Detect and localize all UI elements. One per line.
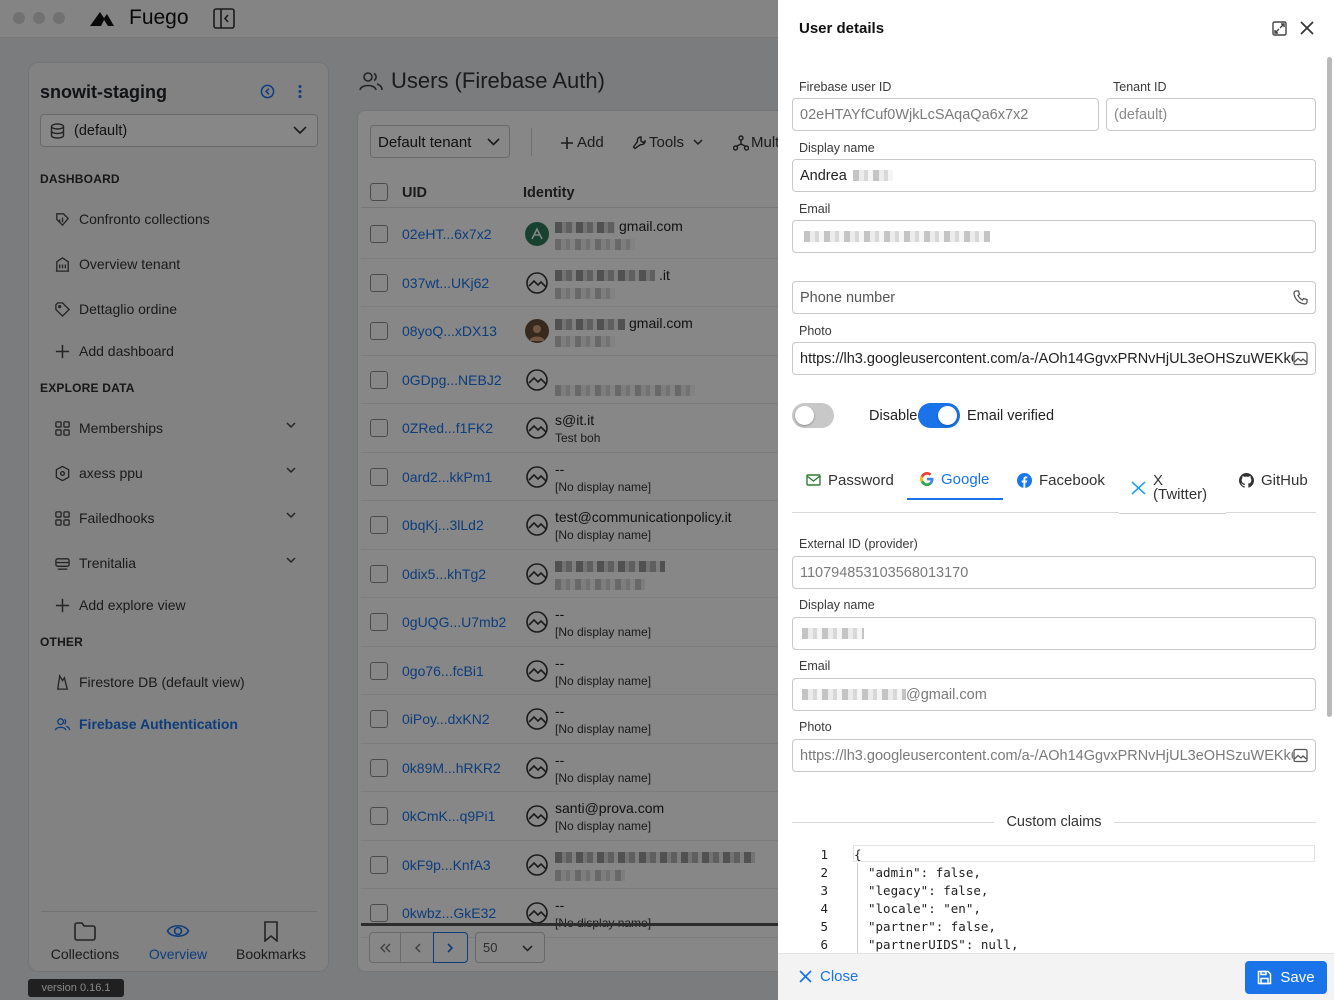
tab-password[interactable]: Password xyxy=(806,460,894,500)
external-id-value: 110794853103568013170 xyxy=(800,564,969,581)
provider-display-name-label: Display name xyxy=(799,598,875,612)
line-number: 6 xyxy=(820,937,828,952)
tab-facebook[interactable]: Facebook xyxy=(1017,460,1105,500)
panel-footer: Close Save xyxy=(778,953,1334,1000)
close-icon xyxy=(799,970,812,983)
firebase-uid-value: 02eHTAYfCuf0WjkLcSAqaQa6x7x2 xyxy=(800,106,1029,123)
tab-google[interactable]: Google xyxy=(907,460,1003,500)
tab-label: X (Twitter) xyxy=(1153,471,1208,503)
redacted-block xyxy=(852,170,893,181)
email-verified-label: Email verified xyxy=(967,408,1055,424)
close-label: Close xyxy=(820,968,859,985)
redacted-block xyxy=(802,628,864,639)
line-number: 1 xyxy=(820,847,828,862)
toggle-knob xyxy=(938,406,957,425)
save-button[interactable]: Save xyxy=(1245,961,1327,994)
external-id-field[interactable]: 110794853103568013170 xyxy=(792,556,1316,589)
email-verified-toggle[interactable] xyxy=(918,403,960,428)
mail-icon xyxy=(806,474,821,486)
panel-title: User details xyxy=(799,20,885,37)
custom-claims-title-text: Custom claims xyxy=(994,814,1114,830)
google-icon xyxy=(920,472,934,486)
tab-label: Facebook xyxy=(1039,471,1105,489)
phone-icon xyxy=(1293,290,1308,305)
provider-photo-url: https://lh3.googleusercontent.com/a-/AOh… xyxy=(800,747,1303,764)
provider-display-name-field[interactable] xyxy=(792,617,1316,650)
modal-backdrop[interactable] xyxy=(0,0,778,1000)
provider-email-label: Email xyxy=(799,659,831,673)
photo-url: https://lh3.googleusercontent.com/a-/AOh… xyxy=(800,350,1303,367)
code-line: "admin": false, xyxy=(868,865,981,880)
display-name-field[interactable]: Andrea xyxy=(792,159,1316,192)
tenant-id-field[interactable]: (default) xyxy=(1106,98,1316,131)
close-icon[interactable] xyxy=(1300,21,1314,35)
image-icon xyxy=(1293,351,1308,366)
phone-field[interactable]: Phone number xyxy=(792,281,1316,314)
facebook-icon xyxy=(1017,472,1032,488)
line-number: 4 xyxy=(820,901,828,916)
redacted-email xyxy=(804,231,990,242)
toggle-knob xyxy=(795,406,814,425)
email-field[interactable] xyxy=(792,220,1316,253)
email-label: Email xyxy=(799,202,831,216)
provider-tabs xyxy=(792,512,1316,513)
tab-label: GitHub xyxy=(1261,471,1308,489)
tab-label: Google xyxy=(941,470,990,488)
github-icon xyxy=(1239,472,1254,488)
image-icon xyxy=(1293,748,1308,763)
tenant-id-placeholder: (default) xyxy=(1114,106,1168,123)
tab-label: Password xyxy=(828,471,894,489)
code-line: "partner": false, xyxy=(868,919,996,934)
code-line: "legacy": false, xyxy=(868,883,989,898)
photo-label: Photo xyxy=(799,324,832,338)
expand-icon[interactable] xyxy=(1272,21,1287,36)
panel-scrollbar[interactable] xyxy=(1327,57,1332,717)
code-line: "locale": "en", xyxy=(868,901,981,916)
line-number: 3 xyxy=(820,883,828,898)
display-name-label: Display name xyxy=(799,141,875,155)
photo-field[interactable]: https://lh3.googleusercontent.com/a-/AOh… xyxy=(792,342,1316,375)
user-details-panel: User details Firebase user ID Tenant ID … xyxy=(778,0,1334,1000)
provider-photo-field[interactable]: https://lh3.googleusercontent.com/a-/AOh… xyxy=(792,739,1316,772)
redacted-block xyxy=(802,689,906,700)
close-button[interactable]: Close xyxy=(799,968,858,985)
save-label: Save xyxy=(1280,969,1315,986)
firebase-uid-label: Firebase user ID xyxy=(799,80,892,94)
code-line: "partnerUIDS": null, xyxy=(868,937,1019,952)
display-name-value: Andrea xyxy=(800,167,847,184)
provider-email-suffix: @gmail.com xyxy=(906,686,987,703)
save-icon xyxy=(1258,970,1272,985)
firebase-uid-field[interactable]: 02eHTAYfCuf0WjkLcSAqaQa6x7x2 xyxy=(792,98,1099,131)
provider-email-field[interactable]: @gmail.com xyxy=(792,678,1316,711)
line-number: 5 xyxy=(820,919,828,934)
disabled-toggle[interactable] xyxy=(792,403,834,428)
tab-github[interactable]: GitHub xyxy=(1239,460,1308,500)
tenant-id-label: Tenant ID xyxy=(1113,80,1167,94)
external-id-label: External ID (provider) xyxy=(799,537,918,551)
phone-placeholder: Phone number xyxy=(800,289,896,306)
custom-claims-title: Custom claims xyxy=(792,814,1316,830)
indent-guide xyxy=(857,863,858,955)
code-line: { xyxy=(854,847,862,862)
line-number: 2 xyxy=(820,865,828,880)
x-twitter-icon xyxy=(1131,480,1146,495)
provider-photo-label: Photo xyxy=(799,720,832,734)
disabled-label: Disabled xyxy=(869,408,926,424)
current-line-highlight xyxy=(853,845,1315,862)
tab-x-twitter[interactable]: X (Twitter) xyxy=(1119,462,1226,514)
